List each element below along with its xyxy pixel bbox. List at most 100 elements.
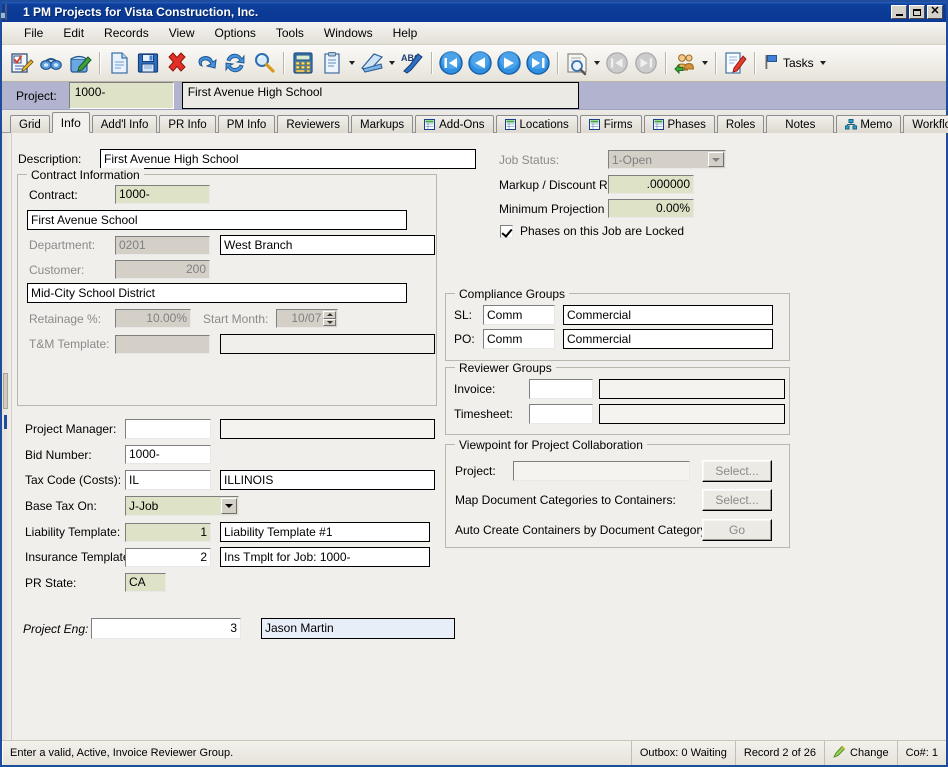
tab-workflow[interactable]: Workflow bbox=[903, 115, 948, 133]
compliance-po-input[interactable]: Comm bbox=[483, 329, 555, 349]
spellcheck-icon[interactable]: ABC bbox=[398, 49, 426, 77]
tab-addl-info[interactable]: Add'l Info bbox=[91, 115, 158, 133]
status-outbox[interactable]: Outbox: 0 Waiting bbox=[632, 741, 736, 765]
next-record-icon[interactable] bbox=[495, 49, 523, 77]
tab-roles[interactable]: Roles bbox=[716, 115, 765, 133]
menu-item-records[interactable]: Records bbox=[94, 24, 159, 42]
start-month-field[interactable]: 10/07 bbox=[276, 309, 339, 328]
viewpoint-project-select-button[interactable]: Select... bbox=[702, 460, 772, 482]
edit-form-icon[interactable] bbox=[8, 49, 36, 77]
scanner-dropdown-caret[interactable] bbox=[387, 49, 397, 77]
contract-description-input[interactable]: First Avenue School bbox=[27, 210, 407, 230]
description-input[interactable]: First Avenue High School bbox=[100, 149, 476, 169]
project-eng-input[interactable]: 3 bbox=[91, 618, 241, 639]
previous-record-icon[interactable] bbox=[466, 49, 494, 77]
tab-notes[interactable]: Notes bbox=[766, 115, 835, 133]
menu-item-view[interactable]: View bbox=[159, 24, 205, 42]
department-description-field[interactable]: West Branch bbox=[220, 235, 435, 255]
liability-template-description-field[interactable]: Liability Template #1 bbox=[220, 522, 430, 542]
tab-phases[interactable]: Phases bbox=[643, 115, 715, 133]
project-description-field[interactable]: First Avenue High School bbox=[181, 82, 579, 109]
close-button[interactable]: ✕ bbox=[927, 5, 943, 19]
tab-memo[interactable]: Memo bbox=[836, 115, 902, 133]
tax-code-input[interactable]: IL bbox=[125, 470, 211, 490]
viewpoint-map-select-button[interactable]: Select... bbox=[702, 489, 772, 511]
tab-grid[interactable]: Grid bbox=[10, 115, 50, 133]
viewpoint-auto-go-button[interactable]: Go bbox=[702, 519, 772, 541]
edit-record-icon[interactable] bbox=[66, 49, 94, 77]
last-record-icon[interactable] bbox=[524, 49, 552, 77]
contacts-dropdown-caret[interactable] bbox=[700, 49, 710, 77]
tax-code-description-field[interactable]: ILLINOIS bbox=[220, 470, 435, 490]
menu-item-help[interactable]: Help bbox=[383, 24, 428, 42]
tasks-dropdown-caret[interactable] bbox=[818, 49, 828, 77]
menu-item-edit[interactable]: Edit bbox=[53, 24, 94, 42]
tm-template-description-field[interactable] bbox=[220, 334, 435, 354]
tab-pm-info[interactable]: PM Info bbox=[217, 115, 276, 133]
menu-item-windows[interactable]: Windows bbox=[314, 24, 383, 42]
reviewer-timesheet-input[interactable] bbox=[529, 404, 593, 424]
chevron-down-icon[interactable] bbox=[221, 498, 237, 514]
preview-dropdown-caret[interactable] bbox=[592, 49, 602, 77]
reviewer-invoice-description[interactable] bbox=[599, 379, 785, 399]
compliance-po-description[interactable]: Commercial bbox=[563, 329, 773, 349]
insurance-template-description-field[interactable]: Ins Tmplt for Job: 1000- bbox=[220, 547, 430, 567]
bid-number-input[interactable]: 1000- bbox=[125, 445, 211, 464]
menu-item-options[interactable]: Options bbox=[205, 24, 266, 42]
phases-locked-row[interactable]: Phases on this Job are Locked bbox=[500, 224, 684, 238]
contacts-icon[interactable] bbox=[671, 49, 699, 77]
menu-item-file[interactable]: File bbox=[14, 24, 53, 42]
project-manager-description-field[interactable] bbox=[220, 419, 435, 439]
liability-template-input[interactable]: 1 bbox=[125, 522, 211, 542]
tab-label: Add-Ons bbox=[439, 118, 485, 131]
attach-dropdown-caret[interactable] bbox=[347, 49, 357, 77]
tab-firms[interactable]: Firms bbox=[579, 115, 642, 133]
minimize-button[interactable] bbox=[891, 5, 907, 19]
reviewer-timesheet-description[interactable] bbox=[599, 404, 785, 424]
clipboard-icon[interactable] bbox=[318, 49, 346, 77]
splitter-marker[interactable] bbox=[4, 415, 7, 429]
refresh-icon[interactable] bbox=[221, 49, 249, 77]
project-number-field[interactable]: 1000- bbox=[68, 82, 174, 109]
status-record: Record 2 of 26 bbox=[736, 741, 826, 765]
base-tax-on-select[interactable]: J-Job bbox=[125, 496, 239, 516]
binoculars-find-icon[interactable] bbox=[37, 49, 65, 77]
project-manager-input[interactable] bbox=[125, 419, 211, 439]
markup-rate-input[interactable]: .000000 bbox=[608, 175, 694, 194]
tasks-button[interactable]: Tasks bbox=[760, 50, 832, 76]
tab-markups[interactable]: Markups bbox=[351, 115, 414, 133]
maximize-button[interactable] bbox=[909, 5, 925, 19]
reviewer-invoice-input[interactable] bbox=[529, 379, 593, 399]
undo-icon[interactable] bbox=[192, 49, 220, 77]
new-document-icon[interactable] bbox=[105, 49, 133, 77]
menu-item-tools[interactable]: Tools bbox=[266, 24, 314, 42]
customer-description-field[interactable]: Mid-City School District bbox=[27, 283, 407, 303]
tab-locations[interactable]: Locations bbox=[495, 115, 578, 133]
save-icon[interactable] bbox=[134, 49, 162, 77]
tab-info[interactable]: Info bbox=[51, 112, 90, 133]
calculator-icon[interactable] bbox=[289, 49, 317, 77]
project-manager-label: Project Manager: bbox=[25, 422, 117, 436]
insurance-template-input[interactable]: 2 bbox=[125, 547, 211, 567]
scanner-icon[interactable] bbox=[358, 49, 386, 77]
phases-locked-checkbox[interactable] bbox=[500, 224, 513, 238]
minimum-projection-input[interactable]: 0.00% bbox=[608, 199, 694, 218]
compliance-sl-input[interactable]: Comm bbox=[483, 305, 555, 325]
viewpoint-project-input[interactable] bbox=[513, 461, 690, 481]
tab-reviewers[interactable]: Reviewers bbox=[277, 115, 350, 133]
contract-number-input[interactable]: 1000- bbox=[115, 185, 210, 204]
viewpoint-collaboration-caption: Viewpoint for Project Collaboration bbox=[455, 438, 647, 452]
phases-locked-label: Phases on this Job are Locked bbox=[520, 224, 685, 238]
tab-pr-info[interactable]: PR Info bbox=[159, 115, 216, 133]
start-month-spinner[interactable] bbox=[323, 311, 337, 326]
tab-add-ons[interactable]: Add-Ons bbox=[415, 115, 494, 133]
delete-icon[interactable] bbox=[163, 49, 191, 77]
pr-state-input[interactable]: CA bbox=[125, 573, 166, 592]
tab-label: Add'l Info bbox=[100, 118, 149, 131]
preview-report-icon[interactable] bbox=[563, 49, 591, 77]
compliance-sl-description[interactable]: Commercial bbox=[563, 305, 773, 325]
first-record-icon[interactable] bbox=[437, 49, 465, 77]
search-icon[interactable] bbox=[250, 49, 278, 77]
splitter-handle[interactable] bbox=[3, 373, 8, 409]
notes-icon[interactable] bbox=[721, 49, 749, 77]
